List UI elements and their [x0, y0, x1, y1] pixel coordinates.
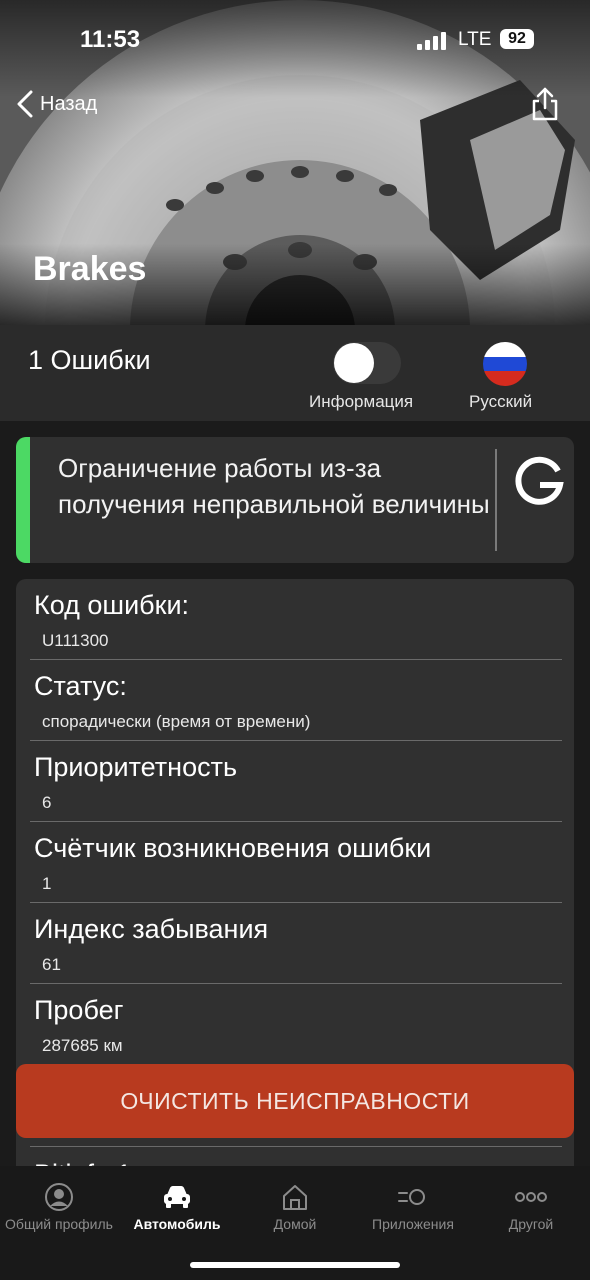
detail-label: Пробег [34, 995, 124, 1025]
tab-label: Приложения [372, 1216, 454, 1232]
back-label: Назад [40, 92, 98, 115]
signal-icon [417, 32, 446, 50]
detail-row-mileage: Пробег 287685 км [16, 984, 574, 1065]
tab-other[interactable]: Другой [472, 1180, 590, 1232]
home-icon [283, 1185, 307, 1210]
apps-icon [398, 1189, 425, 1205]
tab-label: Автомобиль [133, 1216, 221, 1232]
info-bar: 1 Ошибки Информация Русский [0, 325, 590, 421]
russian-flag-icon[interactable] [483, 342, 527, 386]
share-icon[interactable] [530, 86, 560, 122]
detail-row-forget-index: Индекс забывания 61 [16, 903, 574, 984]
detail-value: 61 [42, 955, 61, 974]
network-type: LTE [458, 29, 492, 50]
tab-apps[interactable]: Приложения [354, 1180, 472, 1232]
tab-label: Общий профиль [5, 1216, 113, 1232]
detail-row-priority: Приоритетность 6 [16, 741, 574, 822]
error-description-card: Ограничение работы из-за получения непра… [16, 437, 574, 563]
info-toggle-label: Информация [309, 392, 414, 411]
car-icon [164, 1186, 190, 1208]
page-title: Brakes [33, 250, 147, 288]
battery-indicator: 92 [500, 29, 534, 49]
toggle-knob [334, 343, 374, 383]
detail-label: Индекс забывания [34, 914, 269, 944]
info-toggle[interactable] [333, 342, 401, 384]
hero-image: 11:53 LTE 92 Назад Brakes [0, 0, 590, 325]
status-accent-bar [16, 437, 30, 563]
profile-icon [45, 1183, 73, 1211]
detail-label: Приоритетность [34, 752, 238, 782]
detail-row-code: Код ошибки: U111300 [16, 579, 574, 660]
tab-label: Домой [273, 1216, 317, 1232]
tab-profile[interactable]: Общий профиль [0, 1180, 118, 1232]
detail-value: 6 [42, 793, 52, 812]
error-count: 1 Ошибки [28, 345, 151, 375]
back-button[interactable]: Назад [16, 88, 97, 120]
detail-label: Статус: [34, 671, 127, 701]
more-icon [515, 1192, 547, 1202]
error-description: Ограничение работы из-за получения непра… [58, 453, 490, 519]
language-label: Русский [469, 392, 533, 411]
google-translate-icon[interactable] [510, 453, 568, 511]
detail-row-status: Статус: спорадически (время от времени) [16, 660, 574, 741]
detail-label: Счётчик возникновения ошибки [34, 833, 432, 863]
home-indicator [190, 1262, 400, 1268]
chevron-left-icon [17, 90, 33, 118]
divider [495, 449, 497, 551]
detail-value: спорадически (время от времени) [42, 712, 311, 731]
tab-car[interactable]: Автомобиль [118, 1180, 236, 1232]
tab-label: Другой [508, 1216, 554, 1232]
detail-value: U111300 [42, 631, 109, 650]
clear-faults-button[interactable]: ОЧИСТИТЬ НЕИСПРАВНОСТИ [16, 1064, 574, 1138]
tab-home[interactable]: Домой [236, 1180, 354, 1232]
detail-row-counter: Счётчик возникновения ошибки 1 [16, 822, 574, 903]
clock: 11:53 [80, 26, 141, 53]
status-bar: 11:53 LTE 92 [0, 26, 590, 56]
detail-value: 1 [42, 874, 52, 893]
detail-label: Код ошибки: [34, 590, 190, 620]
detail-value: 287685 км [42, 1036, 123, 1055]
